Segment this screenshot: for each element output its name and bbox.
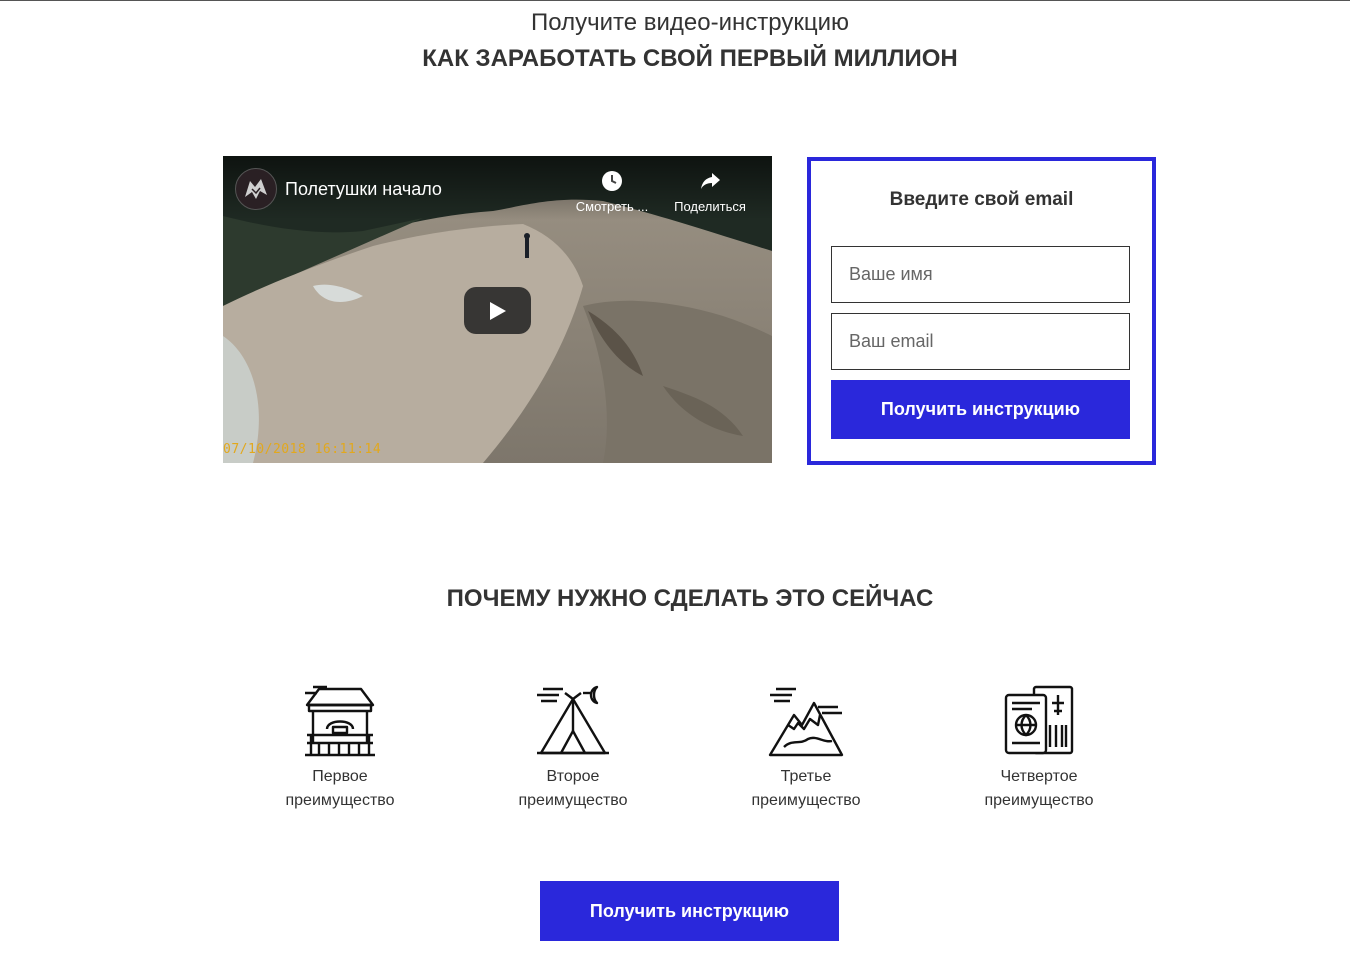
benefit-label-line1: Второе [546,768,600,785]
why-section-title: ПОЧЕМУ НУЖНО СДЕЛАТЬ ЭТО СЕЙЧАС [446,585,934,612]
mountain-icon [768,687,844,757]
benefit-label: Четвертое преимущество [959,765,1119,813]
benefit-label: Первое преимущество [260,765,420,813]
share-button[interactable]: Поделиться [669,170,751,214]
benefit-item-2: Второе преимущество [493,685,653,813]
name-field[interactable] [831,246,1130,303]
watch-later-label: Смотреть ... [575,199,649,214]
page-subtitle: Получите видео-инструкцию [531,9,849,36]
benefit-label-line1: Третье [780,768,832,785]
share-label: Поделиться [674,199,746,214]
benefit-label-line2: преимущество [285,792,395,809]
page-title: КАК ЗАРАБОТАТЬ СВОЙ ПЕРВЫЙ МИЛЛИОН [422,45,958,72]
tent-icon [537,685,609,755]
email-form: Введите свой email Получить инструкцию [807,157,1156,465]
benefit-label: Второе преимущество [493,765,653,813]
benefit-label-line1: Четвертое [1000,768,1078,785]
channel-avatar[interactable] [235,168,277,210]
play-icon [490,302,506,320]
get-instruction-button[interactable]: Получить инструкцию [831,380,1130,439]
video-title[interactable]: Полетушки начало [285,179,442,200]
clock-icon [602,171,622,191]
benefit-item-3: Третье преимущество [726,685,886,813]
benefit-item-1: Первое преимущество [260,685,420,813]
video-timestamp: 07/10/2018 16:11:14 [223,442,382,457]
play-button[interactable] [464,287,531,334]
share-icon [701,173,720,189]
landing-page: Получите видео-инструкцию КАК ЗАРАБОТАТЬ… [0,0,1350,970]
watch-later-button[interactable]: Смотреть ... [572,170,652,214]
email-field[interactable] [831,313,1130,370]
benefit-item-4: Четвертое преимущество [959,685,1119,813]
benefit-label-line2: преимущество [984,792,1094,809]
cta-get-instruction-button[interactable]: Получить инструкцию [540,881,839,941]
wolf-logo-icon [237,170,275,208]
benefit-label-line2: преимущество [751,792,861,809]
benefit-label-line2: преимущество [518,792,628,809]
benefit-label-line1: Первое [312,768,368,785]
gazebo-icon [305,685,375,757]
passport-ticket-icon [1004,685,1074,755]
form-title: Введите свой email [889,189,1074,210]
benefit-label: Третье преимущество [726,765,886,813]
video-player[interactable]: Полетушки начало Смотреть ... Поделиться… [223,156,772,463]
